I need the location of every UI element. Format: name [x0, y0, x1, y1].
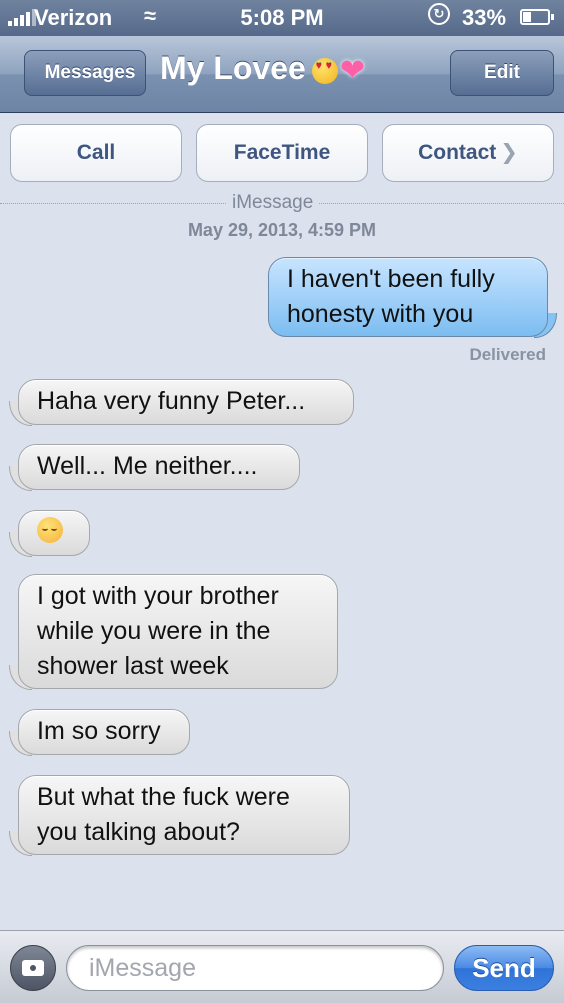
back-messages-button[interactable]: Messages — [4, 50, 146, 97]
facetime-button[interactable]: FaceTime — [196, 124, 368, 182]
camera-lens-icon — [28, 963, 38, 973]
message-text: Im so sorry — [37, 717, 161, 745]
message-bubble-incoming[interactable]: But what the fuck were you talking about… — [9, 775, 350, 856]
message-bubble-incoming[interactable]: Haha very funny Peter... — [9, 379, 354, 426]
conversation-title: My Lovee ❤ — [160, 50, 365, 88]
back-button-label: Messages — [44, 62, 136, 83]
message-text: while you were in the — [37, 617, 271, 645]
contact-button[interactable]: Contact ❯ — [382, 124, 554, 182]
camera-button[interactable] — [10, 945, 56, 991]
message-composer: Send — [0, 930, 564, 1003]
message-text: you talking about? — [37, 818, 240, 846]
contact-name: My Lovee — [160, 50, 306, 86]
message-text: But what the fuck were — [37, 783, 290, 811]
contact-actions: Call FaceTime Contact ❯ — [0, 124, 564, 182]
message-text: honesty with you — [287, 300, 474, 328]
call-button[interactable]: Call — [10, 124, 182, 182]
message-bubble-incoming[interactable]: Im so sorry — [9, 709, 190, 756]
chevron-right-icon: ❯ — [500, 141, 518, 164]
service-label: iMessage — [226, 192, 320, 214]
message-text: Haha very funny Peter... — [37, 387, 306, 415]
battery-icon — [520, 9, 554, 25]
sparkling-heart-emoji-icon: ❤ — [339, 54, 365, 88]
rotation-lock-icon: ↻ — [428, 3, 450, 25]
message-input[interactable] — [66, 945, 444, 991]
send-button[interactable]: Send — [454, 945, 554, 991]
status-bar: Verizon ≈ 5:08 PM ↻ 33% — [0, 0, 564, 36]
message-bubble-incoming[interactable]: I got with your brother while you were i… — [9, 574, 338, 690]
pensive-face-emoji-icon — [37, 517, 63, 543]
navigation-bar: Messages My Lovee ❤ Edit — [0, 36, 564, 113]
message-bubble-outgoing[interactable]: I haven't been fully honesty with you — [268, 257, 557, 338]
message-text: shower last week — [37, 652, 229, 680]
delivered-status: Delivered — [469, 345, 546, 364]
message-text: I got with your brother — [37, 582, 279, 610]
message-text: Well... Me neither.... — [37, 452, 258, 480]
contact-button-label: Contact — [418, 141, 497, 164]
timestamp: May 29, 2013, 4:59 PM — [187, 220, 377, 240]
heart-eyes-emoji-icon — [311, 57, 338, 84]
edit-button[interactable]: Edit — [450, 50, 554, 96]
message-bubble-incoming[interactable] — [9, 510, 90, 557]
message-bubble-incoming[interactable]: Well... Me neither.... — [9, 444, 300, 491]
battery-percent: 33% — [462, 5, 507, 30]
message-text: I haven't been fully — [287, 265, 495, 293]
